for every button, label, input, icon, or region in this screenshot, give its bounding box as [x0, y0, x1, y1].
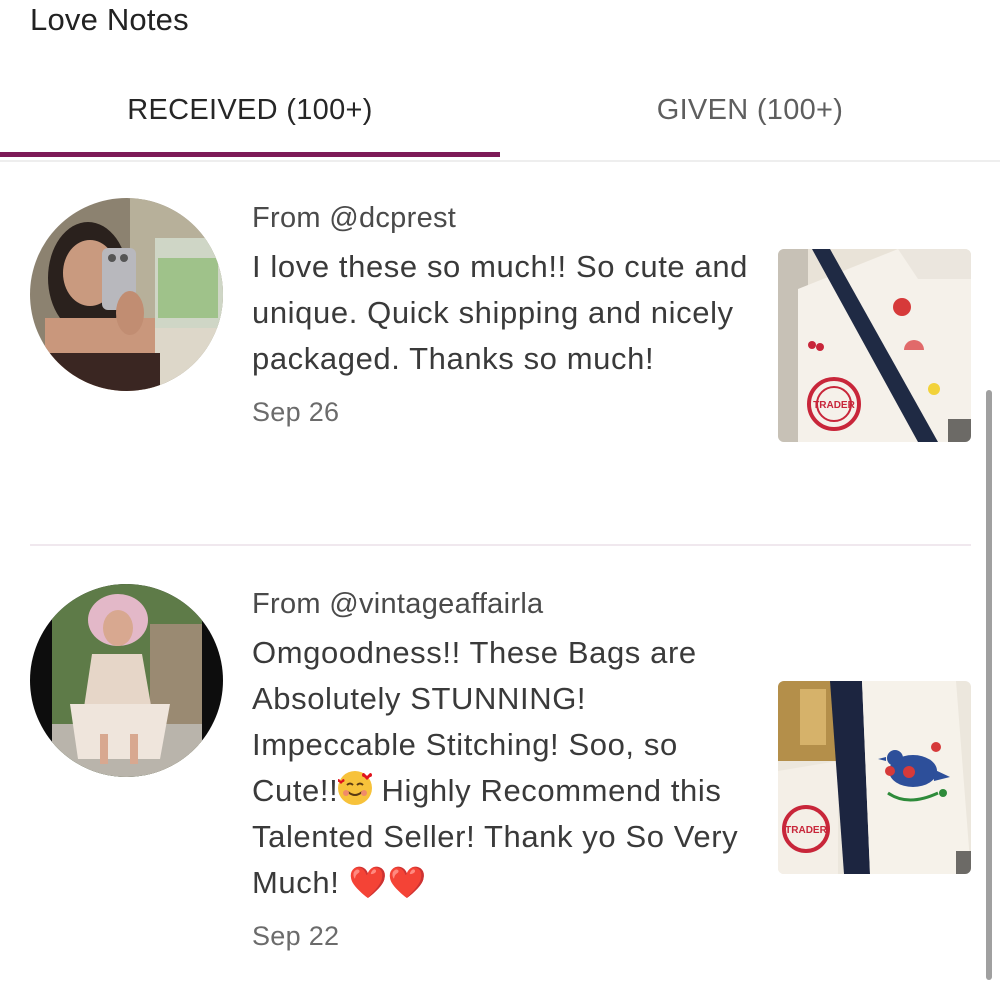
scrollbar[interactable] [986, 390, 992, 980]
red-heart-icon: ❤️❤️ [348, 865, 428, 900]
smiling-face-with-hearts-emoji-icon [338, 771, 373, 805]
avatar[interactable] [30, 584, 223, 777]
note-message: I love these so much!! So cute and uniqu… [252, 249, 749, 376]
listing-thumbnail[interactable]: TRADER [778, 681, 971, 874]
note-date: Sep 22 [252, 921, 340, 951]
trader-joes-logo-text: TRADER [813, 400, 855, 411]
tab-bar: RECEIVED (100+) GIVEN (100+) [0, 62, 1000, 162]
love-notes-page: Love Notes RECEIVED (100+) GIVEN (100+) [0, 0, 1000, 1000]
note-content: From @dcprest I love these so much!! So … [252, 198, 757, 432]
note-sender[interactable]: From @vintageaffairla [252, 584, 757, 624]
tab-received[interactable]: RECEIVED (100+) [0, 62, 500, 158]
tab-given[interactable]: GIVEN (100+) [500, 62, 1000, 158]
trader-joes-logo-text: TRADER [785, 825, 827, 836]
note-date: Sep 26 [252, 397, 340, 427]
notes-divider [30, 544, 971, 546]
listing-thumbnail[interactable]: TRADER [778, 249, 971, 442]
note-content: From @vintageaffairla Omgoodness!! These… [252, 584, 757, 956]
active-tab-indicator [0, 152, 500, 157]
note-sender[interactable]: From @dcprest [252, 198, 757, 238]
note-message: Omgoodness!! These Bags are Absolutely S… [252, 630, 757, 906]
avatar[interactable] [30, 198, 223, 391]
page-title: Love Notes [30, 2, 189, 37]
